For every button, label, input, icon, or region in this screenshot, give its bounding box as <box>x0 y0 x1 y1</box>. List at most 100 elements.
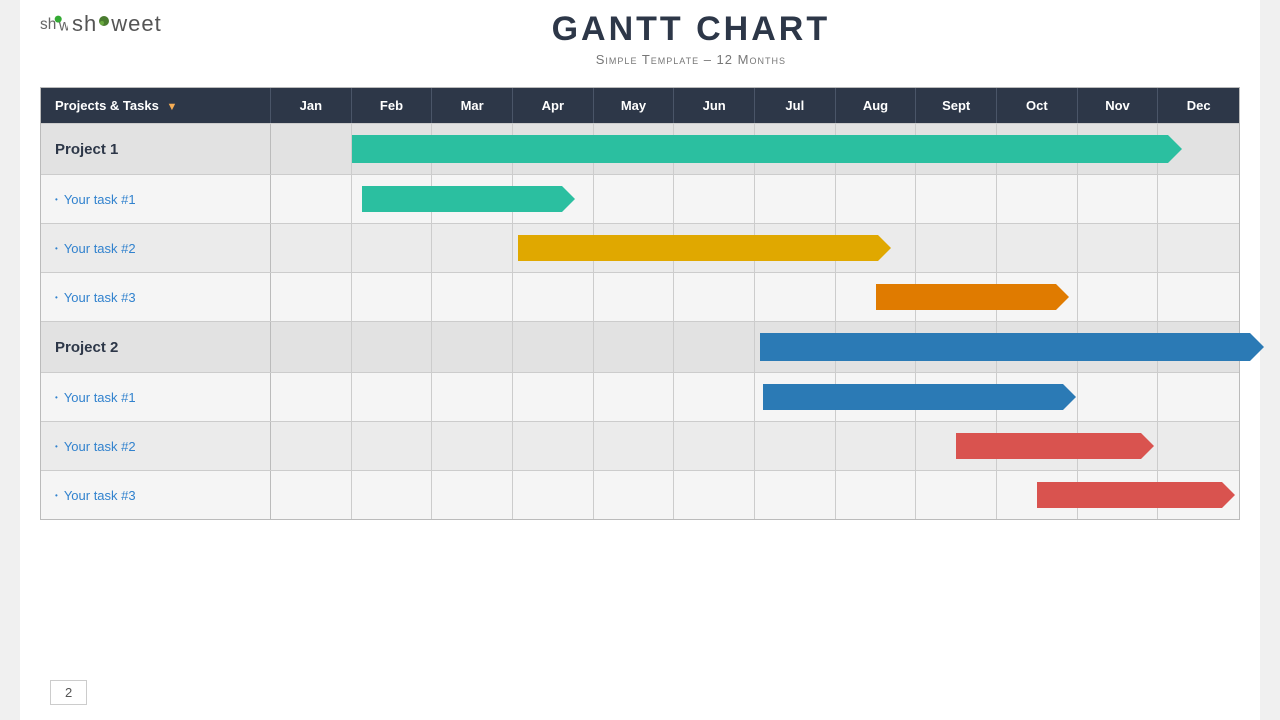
t11-aug <box>836 175 917 223</box>
task2-2-row: • Your task #2 <box>41 421 1239 470</box>
header-feb: Feb <box>352 88 433 123</box>
task-bullet: • <box>55 491 58 500</box>
t13-feb <box>352 273 433 321</box>
t23-may <box>594 471 675 519</box>
t22-aug <box>836 422 917 470</box>
p2-feb <box>352 322 433 372</box>
t23-aug <box>836 471 917 519</box>
project2-bar-arrow <box>1250 333 1264 361</box>
t21-jan <box>271 373 352 421</box>
project2-bar-body <box>760 333 1250 361</box>
svg-text:weet: weet <box>58 17 68 34</box>
t11-jan <box>271 175 352 223</box>
t21-mar <box>432 373 513 421</box>
t13-apr <box>513 273 594 321</box>
project2-bar <box>760 333 1264 361</box>
sub-title: Simple Template – 12 Months <box>162 52 1220 67</box>
task1-3-label: • Your task #3 <box>41 273 271 321</box>
t23-sept <box>916 471 997 519</box>
t22-jul <box>755 422 836 470</box>
task2-3-row: • Your task #3 <box>41 470 1239 519</box>
task1-3-bar-body <box>876 284 1056 310</box>
t12-nov <box>1078 224 1159 272</box>
task2-3-bar-body <box>1037 482 1222 508</box>
header-mar: Mar <box>432 88 513 123</box>
project1-row: Project 1 <box>41 123 1239 174</box>
p2-jul <box>755 322 836 372</box>
task1-2-bar-arrow <box>878 235 891 261</box>
task2-1-bar <box>763 384 1076 410</box>
task1-1-bar-arrow <box>562 186 575 212</box>
task1-3-bar <box>876 284 1069 310</box>
t12-apr <box>513 224 594 272</box>
t13-aug <box>836 273 917 321</box>
t21-feb <box>352 373 433 421</box>
task1-1-label: • Your task #1 <box>41 175 271 223</box>
t22-jan <box>271 422 352 470</box>
t22-may <box>594 422 675 470</box>
t12-feb <box>352 224 433 272</box>
t21-jul <box>755 373 836 421</box>
task-bullet: • <box>55 293 58 302</box>
task2-2-bar-body <box>956 433 1141 459</box>
t11-may <box>594 175 675 223</box>
t23-jan <box>271 471 352 519</box>
t21-apr <box>513 373 594 421</box>
projects-header-cell: Projects & Tasks ▼ <box>41 88 271 123</box>
project2-row: Project 2 <box>41 321 1239 372</box>
t12-jan <box>271 224 352 272</box>
task1-1-bar <box>362 186 575 212</box>
task1-2-bar <box>518 235 891 261</box>
p2-jun <box>674 322 755 372</box>
p2-mar <box>432 322 513 372</box>
task1-2-label: • Your task #2 <box>41 224 271 272</box>
t23-mar <box>432 471 513 519</box>
project1-bar <box>352 135 1182 163</box>
project1-bar-body <box>352 135 1168 163</box>
t13-dec <box>1158 273 1239 321</box>
t21-nov <box>1078 373 1159 421</box>
t11-jul <box>755 175 836 223</box>
p2-apr <box>513 322 594 372</box>
p1-feb <box>352 124 433 174</box>
header-apr: Apr <box>513 88 594 123</box>
task2-3-label: • Your task #3 <box>41 471 271 519</box>
header-oct: Oct <box>997 88 1078 123</box>
task2-1-row: • Your task #1 <box>41 372 1239 421</box>
t23-feb <box>352 471 433 519</box>
title-area: Gantt Chart Simple Template – 12 Months <box>162 10 1240 67</box>
gantt-header: Projects & Tasks ▼ Jan Feb Mar Apr May J… <box>41 88 1239 123</box>
task-bullet: • <box>55 195 58 204</box>
task2-1-bar-body <box>763 384 1063 410</box>
task1-3-bar-arrow <box>1056 284 1069 310</box>
logo: sh weet sh weet <box>40 10 162 38</box>
filter-arrow: ▼ <box>166 101 177 113</box>
task2-1-label: • Your task #1 <box>41 373 271 421</box>
t22-feb <box>352 422 433 470</box>
t23-jun <box>674 471 755 519</box>
t11-jun <box>674 175 755 223</box>
t12-mar <box>432 224 513 272</box>
t22-apr <box>513 422 594 470</box>
task2-1-bar-arrow <box>1063 384 1076 410</box>
slide-header: sh weet sh weet Gantt Chart Simple Tem <box>20 0 1260 77</box>
header-sept: Sept <box>916 88 997 123</box>
header-aug: Aug <box>836 88 917 123</box>
task2-2-label: • Your task #2 <box>41 422 271 470</box>
task1-3-row: • Your task #3 <box>41 272 1239 321</box>
p2-may <box>594 322 675 372</box>
page-number: 2 <box>50 680 87 705</box>
t13-jan <box>271 273 352 321</box>
header-dec: Dec <box>1158 88 1239 123</box>
task-bullet: • <box>55 442 58 451</box>
t12-dec <box>1158 224 1239 272</box>
task-bullet: • <box>55 244 58 253</box>
header-nov: Nov <box>1078 88 1159 123</box>
t12-oct <box>997 224 1078 272</box>
t23-oct <box>997 471 1078 519</box>
task2-3-bar <box>1037 482 1235 508</box>
t23-apr <box>513 471 594 519</box>
t22-sept <box>916 422 997 470</box>
t13-nov <box>1078 273 1159 321</box>
task-bullet: • <box>55 393 58 402</box>
